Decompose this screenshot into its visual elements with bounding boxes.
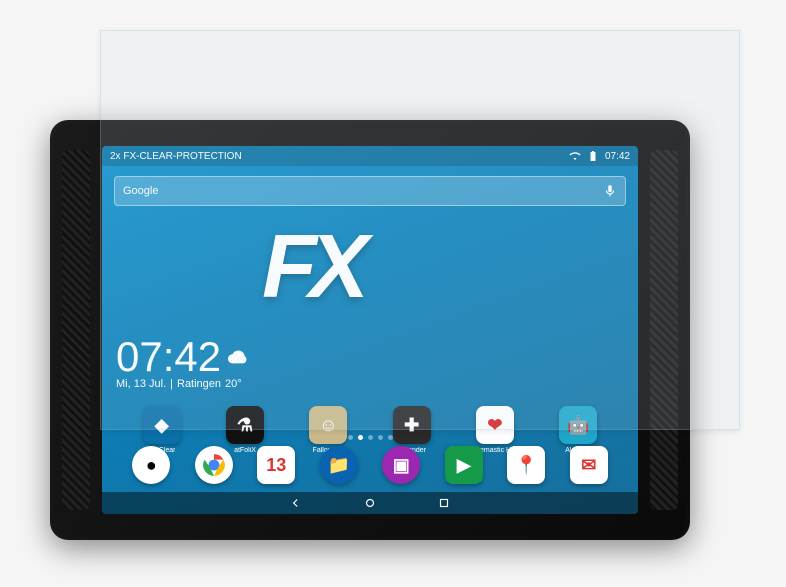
page-indicator xyxy=(102,435,638,440)
clock-widget[interactable]: 07:42 Mi, 13 Jul. | Ratingen 20° xyxy=(116,336,249,390)
app-icon: 📁 xyxy=(320,446,358,484)
back-icon[interactable] xyxy=(289,496,303,510)
app-13[interactable]: 13 xyxy=(252,446,300,484)
dock: ● 13 📁 ▣ ▶ 📍 ✉ xyxy=(102,446,638,484)
speaker-grille-left xyxy=(62,150,90,510)
tablet-screen: 2x FX-CLEAR-PROTECTION 07:42 Google FX xyxy=(102,146,638,514)
speaker-grille-right xyxy=(650,150,678,510)
recent-icon[interactable] xyxy=(437,496,451,510)
app-✉[interactable]: ✉ xyxy=(565,446,613,484)
app-icon: ▣ xyxy=(382,446,420,484)
mic-icon[interactable] xyxy=(603,184,617,198)
clock-date: Mi, 13 Jul. xyxy=(116,378,166,390)
nav-bar xyxy=(102,492,638,514)
clock-temp: 20° xyxy=(225,378,242,390)
search-label: Google xyxy=(123,185,158,197)
status-time: 07:42 xyxy=(605,151,630,162)
app-icon: 📍 xyxy=(507,446,545,484)
app-icon xyxy=(195,446,233,484)
app-icon: ▶ xyxy=(445,446,483,484)
search-bar[interactable]: Google xyxy=(114,176,626,206)
clock-location: Ratingen xyxy=(177,378,221,390)
app-📍[interactable]: 📍 xyxy=(502,446,550,484)
weather-icon xyxy=(227,346,249,368)
battery-icon xyxy=(587,150,599,162)
tablet-frame: 2x FX-CLEAR-PROTECTION 07:42 Google FX xyxy=(50,120,690,540)
app-●[interactable]: ● xyxy=(127,446,175,484)
wifi-icon xyxy=(569,150,581,162)
fx-logo: FX xyxy=(262,216,361,319)
status-bar: 2x FX-CLEAR-PROTECTION 07:42 xyxy=(102,146,638,166)
app-◉[interactable] xyxy=(190,446,238,484)
app-▶[interactable]: ▶ xyxy=(440,446,488,484)
app-icon: ✉ xyxy=(570,446,608,484)
app-icon: ● xyxy=(132,446,170,484)
overlay-label: 2x FX-CLEAR-PROTECTION xyxy=(110,151,242,162)
app-📁[interactable]: 📁 xyxy=(315,446,363,484)
app-▣[interactable]: ▣ xyxy=(377,446,425,484)
home-icon[interactable] xyxy=(363,496,377,510)
clock-time: 07:42 xyxy=(116,336,221,378)
app-icon: 13 xyxy=(257,446,295,484)
